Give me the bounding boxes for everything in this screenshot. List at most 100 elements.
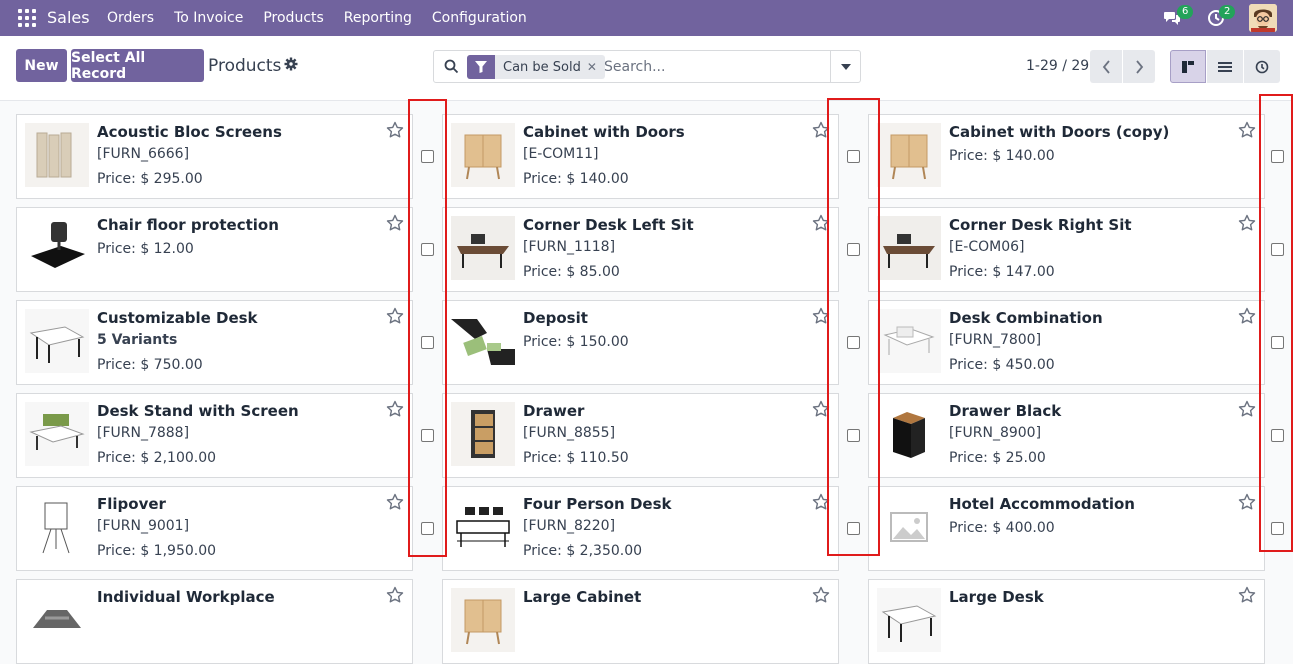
select-all-record-button[interactable]: Select All Record — [71, 49, 204, 82]
top-navbar: Sales Orders To Invoice Products Reporti… — [0, 0, 1293, 36]
product-image — [451, 309, 515, 373]
product-variants: 5 Variants — [97, 332, 178, 348]
favorite-star-icon[interactable] — [386, 586, 404, 604]
product-card[interactable]: Chair floor protection Price: $ 12.00 — [16, 207, 434, 292]
product-name: Large Cabinet — [523, 588, 642, 606]
product-price: Price: $ 12.00 — [97, 241, 194, 257]
product-image — [451, 402, 515, 466]
product-name: Flipover — [97, 495, 166, 513]
product-card[interactable]: Drawer [FURN_8855] Price: $ 110.50 — [442, 393, 860, 478]
checkbox-column-highlight — [1259, 94, 1293, 552]
product-reference: [FURN_8855] — [523, 425, 616, 441]
product-price: Price: $ 147.00 — [949, 264, 1055, 280]
filter-label: Can be Sold — [503, 59, 581, 75]
product-name: Hotel Accommodation — [949, 495, 1135, 513]
favorite-star-icon[interactable] — [386, 121, 404, 139]
search-options-toggle[interactable] — [830, 51, 860, 82]
product-price: Price: $ 2,350.00 — [523, 543, 643, 559]
main-menu: Orders To Invoice Products Reporting Con… — [107, 10, 547, 26]
product-name: Cabinet with Doors — [523, 123, 685, 141]
product-price: Price: $ 1,950.00 — [97, 543, 217, 559]
menu-item-products[interactable]: Products — [263, 10, 323, 26]
favorite-star-icon[interactable] — [386, 493, 404, 511]
search-input[interactable] — [604, 56, 824, 78]
product-card[interactable]: Corner Desk Right Sit [E-COM06] Price: $ 1… — [868, 207, 1284, 292]
menu-item-reporting[interactable]: Reporting — [344, 10, 412, 26]
favorite-star-icon[interactable] — [1238, 400, 1256, 418]
kanban-icon — [1182, 60, 1194, 73]
product-name: Four Person Desk — [523, 495, 672, 513]
product-card[interactable]: Cabinet with Doors [E-COM11] Price: $ 140.… — [442, 114, 860, 199]
pager-next-button[interactable] — [1123, 50, 1155, 83]
pager-previous-button[interactable] — [1090, 50, 1122, 83]
favorite-star-icon[interactable] — [1238, 214, 1256, 232]
filter-icon — [467, 55, 495, 79]
app-name[interactable]: Sales — [47, 8, 90, 27]
product-price: Price: $ 25.00 — [949, 450, 1046, 466]
kanban-view-button[interactable] — [1170, 50, 1206, 83]
product-card[interactable]: Cabinet with Doors (copy) Price: $ 140.00 — [868, 114, 1284, 199]
favorite-star-icon[interactable] — [386, 400, 404, 418]
product-card[interactable]: Drawer Black [FURN_8900] Price: $ 25.00 — [868, 393, 1284, 478]
user-avatar[interactable] — [1249, 4, 1277, 32]
product-card[interactable]: Customizable Desk 5 Variants Price: $ 750.… — [16, 300, 434, 385]
product-name: Acoustic Bloc Screens — [97, 123, 282, 141]
product-card[interactable]: Acoustic Bloc Screens [FURN_6666] Price: $… — [16, 114, 434, 199]
favorite-star-icon[interactable] — [1238, 307, 1256, 325]
menu-item-configuration[interactable]: Configuration — [432, 10, 527, 26]
pager-value[interactable]: 1-29 / 29 — [1026, 58, 1089, 74]
product-card[interactable]: Four Person Desk [FURN_8220] Price: $ 2,35… — [442, 486, 860, 571]
product-card[interactable]: Flipover [FURN_9001] Price: $ 1,950.00 — [16, 486, 434, 571]
product-image — [451, 495, 515, 559]
product-card[interactable]: Large Cabinet — [442, 579, 839, 664]
product-image — [25, 216, 89, 280]
checkbox-column-highlight — [408, 99, 447, 557]
page-title: Products — [208, 56, 282, 76]
product-price: Price: $ 110.50 — [523, 450, 629, 466]
gear-icon[interactable] — [284, 57, 298, 71]
list-view-button[interactable] — [1207, 50, 1243, 83]
product-card[interactable]: Desk Combination [FURN_7800] Price: $ 450.… — [868, 300, 1284, 385]
menu-item-orders[interactable]: Orders — [107, 10, 154, 26]
product-reference: [FURN_1118] — [523, 239, 616, 255]
product-reference: [FURN_6666] — [97, 146, 190, 162]
product-card[interactable]: Corner Desk Left Sit [FURN_1118] Price: $ … — [442, 207, 860, 292]
activity-view-button[interactable] — [1244, 50, 1280, 83]
product-image — [877, 123, 941, 187]
product-card[interactable]: Large Desk — [868, 579, 1265, 664]
product-name: Deposit — [523, 309, 588, 327]
product-name: Chair floor protection — [97, 216, 279, 234]
product-price: Price: $ 450.00 — [949, 357, 1055, 373]
favorite-star-icon[interactable] — [1238, 121, 1256, 139]
menu-item-to-invoice[interactable]: To Invoice — [174, 10, 243, 26]
activities-count-badge: 2 — [1219, 5, 1236, 19]
product-name: Corner Desk Right Sit — [949, 216, 1132, 234]
product-reference: [FURN_7800] — [949, 332, 1042, 348]
product-image — [25, 588, 89, 652]
product-card[interactable]: Hotel Accommodation Price: $ 400.00 — [868, 486, 1284, 571]
product-price: Price: $ 140.00 — [523, 171, 629, 187]
remove-filter-icon[interactable]: ✕ — [587, 60, 605, 74]
product-name: Customizable Desk — [97, 309, 258, 327]
product-name: Drawer — [523, 402, 585, 420]
product-card[interactable]: Deposit Price: $ 150.00 — [442, 300, 860, 385]
product-reference: [FURN_7888] — [97, 425, 190, 441]
apps-grid-icon[interactable] — [18, 9, 36, 27]
favorite-star-icon[interactable] — [386, 214, 404, 232]
product-price: Price: $ 2,100.00 — [97, 450, 217, 466]
product-price: Price: $ 140.00 — [949, 148, 1055, 164]
favorite-star-icon[interactable] — [812, 586, 830, 604]
product-card[interactable]: Individual Workplace — [16, 579, 413, 664]
product-name: Desk Stand with Screen — [97, 402, 299, 420]
product-card[interactable]: Desk Stand with Screen [FURN_7888] Price: … — [16, 393, 434, 478]
product-reference: [FURN_9001] — [97, 518, 190, 534]
favorite-star-icon[interactable] — [1238, 493, 1256, 511]
product-price: Price: $ 295.00 — [97, 171, 203, 187]
product-name: Cabinet with Doors (copy) — [949, 123, 1170, 141]
search-icon[interactable] — [444, 59, 459, 74]
favorite-star-icon[interactable] — [1238, 586, 1256, 604]
product-image — [877, 495, 941, 559]
favorite-star-icon[interactable] — [386, 307, 404, 325]
product-image — [877, 309, 941, 373]
new-button[interactable]: New — [16, 49, 67, 82]
